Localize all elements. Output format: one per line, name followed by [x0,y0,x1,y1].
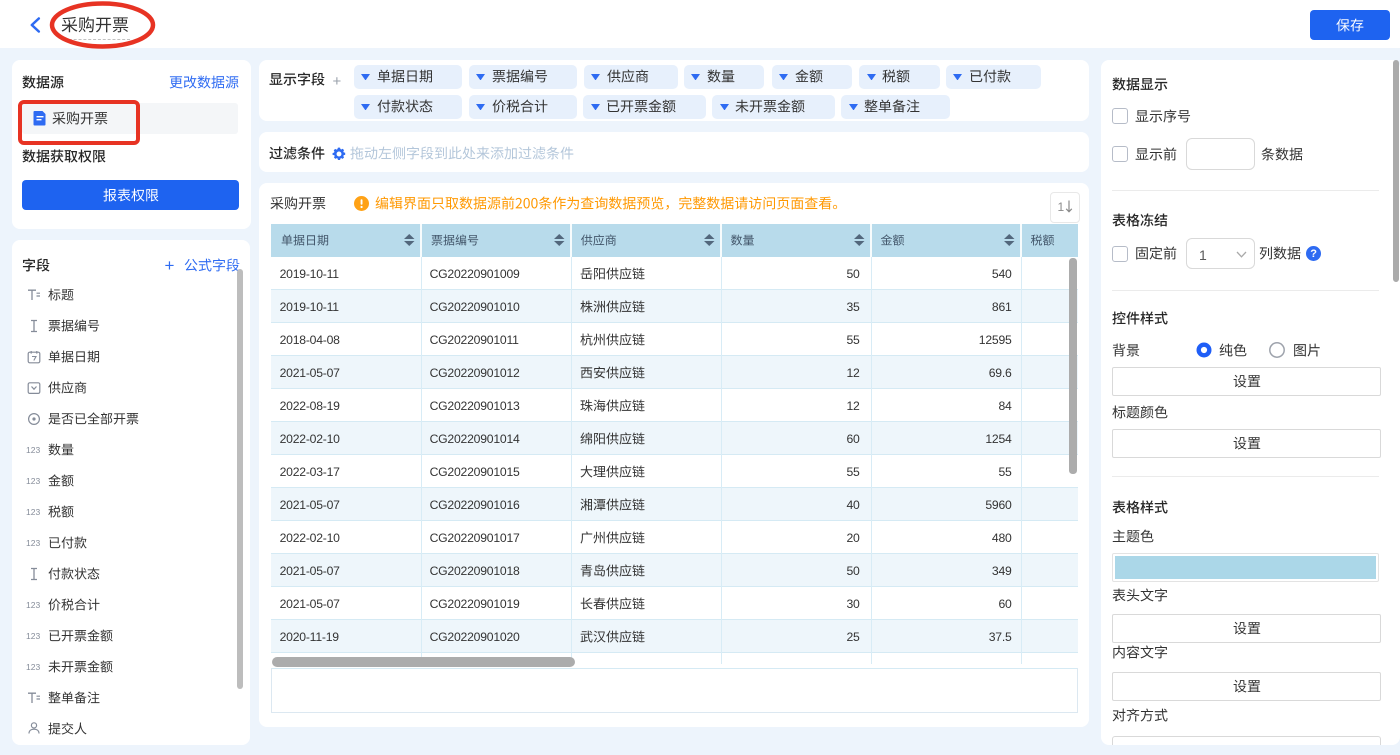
svg-text:?: ? [1310,248,1317,260]
